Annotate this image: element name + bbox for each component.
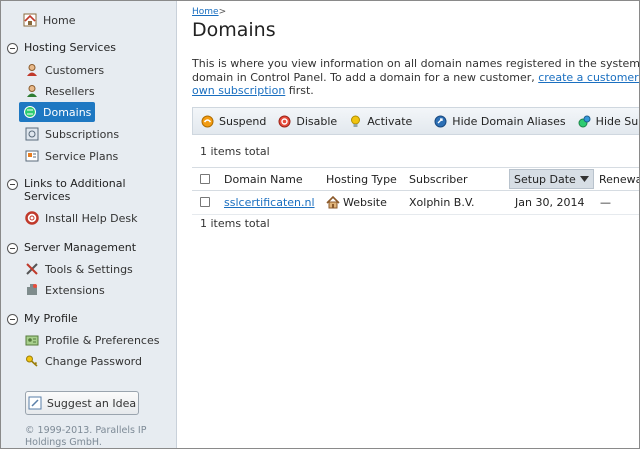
group-label: Server Management [24,241,137,254]
sidebar-item-label: Resellers [45,84,95,98]
toolbar: Suspend Disable Activate Hide Domain Ali… [192,107,639,135]
sidebar-item-label: Subscriptions [45,127,120,141]
tools-icon [26,263,38,275]
suspend-button[interactable]: Suspend [201,115,266,128]
alias-icon [434,115,447,127]
renewal-cell: — [600,195,611,209]
sidebar-item-home[interactable]: Home [23,10,75,30]
service-plan-icon [25,150,39,162]
row-checkbox[interactable] [200,191,210,213]
home-icon [23,13,37,27]
group-links-additional-services[interactable]: Links to Additional Services [7,177,167,203]
website-icon [326,195,340,208]
items-total-top: 1 items total [200,145,270,158]
suspend-icon [201,115,214,127]
table-header: Domain Name Hosting Type Subscriber Setu… [192,167,639,191]
copyright-text: © 1999-2013. Parallels IP Holdings GmbH. [25,425,147,448]
window-frame: Home Hosting Services Customers Reseller… [0,0,640,449]
sidebar: Home Hosting Services Customers Reseller… [1,1,177,448]
disable-button[interactable]: Disable [278,115,337,128]
id-card-icon [25,335,39,346]
domains-table: Domain Name Hosting Type Subscriber Setu… [192,167,639,215]
subscription-icon [25,127,39,141]
hide-domain-aliases-button[interactable]: Hide Domain Aliases [434,115,566,128]
reseller-icon [27,85,37,97]
column-setup-date[interactable]: Setup Date [509,169,594,189]
group-server-management[interactable]: Server Management [7,241,136,254]
sidebar-item-domains[interactable]: Domains [19,102,96,122]
sidebar-item-customers[interactable]: Customers [25,60,104,80]
sidebar-item-label: Install Help Desk [45,211,138,225]
sidebar-item-label: Customers [45,63,105,77]
setup-date-cell: Jan 30, 2014 [515,195,585,209]
lifebuoy-icon [25,211,39,225]
sidebar-item-install-help-desk[interactable]: Install Help Desk [25,208,138,228]
domain-icon [24,106,36,118]
collapse-icon[interactable] [7,243,18,254]
table-row: sslcertificaten.nl Website Xolphin B.V. … [192,191,639,215]
create-customer-link[interactable]: create a customer account [538,71,639,84]
column-hosting-type[interactable]: Hosting Type [326,168,397,190]
column-subscriber[interactable]: Subscriber [409,168,468,190]
collapse-icon[interactable] [7,43,18,54]
hosting-type-cell: Website [326,191,387,213]
activate-button[interactable]: Activate [349,115,412,128]
main-content: Home> Domains This is where you view inf… [178,1,639,448]
sidebar-item-resellers[interactable]: Resellers [25,81,95,101]
disable-icon [278,115,291,127]
sidebar-item-label: Change Password [45,354,142,368]
sidebar-item-label: Domains [43,105,92,119]
key-icon [26,355,38,367]
page-description: This is where you view information on al… [192,57,639,98]
sidebar-item-label: Profile & Preferences [45,333,160,347]
sidebar-item-extensions[interactable]: Extensions [25,280,105,300]
hide-subdomains-button[interactable]: Hide Subdomains [578,115,639,128]
sidebar-item-label: Extensions [45,283,105,297]
page-title: Domains [192,19,276,41]
group-label: My Profile [24,312,78,325]
column-domain-name[interactable]: Domain Name [224,168,303,190]
sidebar-item-label: Tools & Settings [45,262,133,276]
note-icon [28,396,42,410]
collapse-icon[interactable] [7,314,18,325]
column-renewal[interactable]: Renewal [599,168,639,190]
suggest-idea-button[interactable]: Suggest an Idea [25,391,139,415]
select-all-checkbox[interactable] [200,168,210,190]
domain-link[interactable]: sslcertificaten.nl [224,196,315,209]
breadcrumb-home-link[interactable]: Home [192,7,219,17]
breadcrumb: Home> [192,7,227,17]
items-total-bottom: 1 items total [200,217,270,230]
collapse-icon[interactable] [7,179,18,190]
sidebar-item-service-plans[interactable]: Service Plans [25,146,118,166]
sidebar-item-subscriptions[interactable]: Subscriptions [25,124,119,144]
group-label: Links to Additional Services [24,177,126,203]
sidebar-item-change-password[interactable]: Change Password [25,351,142,371]
user-icon [27,64,37,76]
subscriber-cell: Xolphin B.V. [409,195,475,209]
sort-down-icon [579,176,589,182]
sidebar-item-label: Home [43,13,76,27]
group-hosting-services[interactable]: Hosting Services [7,41,116,54]
group-my-profile[interactable]: My Profile [7,312,78,325]
puzzle-icon [27,284,37,295]
lightbulb-icon [351,115,361,127]
sidebar-item-label: Service Plans [45,149,119,163]
sidebar-item-profile-preferences[interactable]: Profile & Preferences [25,330,159,350]
group-label: Hosting Services [24,41,116,54]
own-subscription-link[interactable]: own subscription [192,84,285,97]
subdomain-icon [578,115,591,127]
sidebar-item-tools-settings[interactable]: Tools & Settings [25,259,133,279]
